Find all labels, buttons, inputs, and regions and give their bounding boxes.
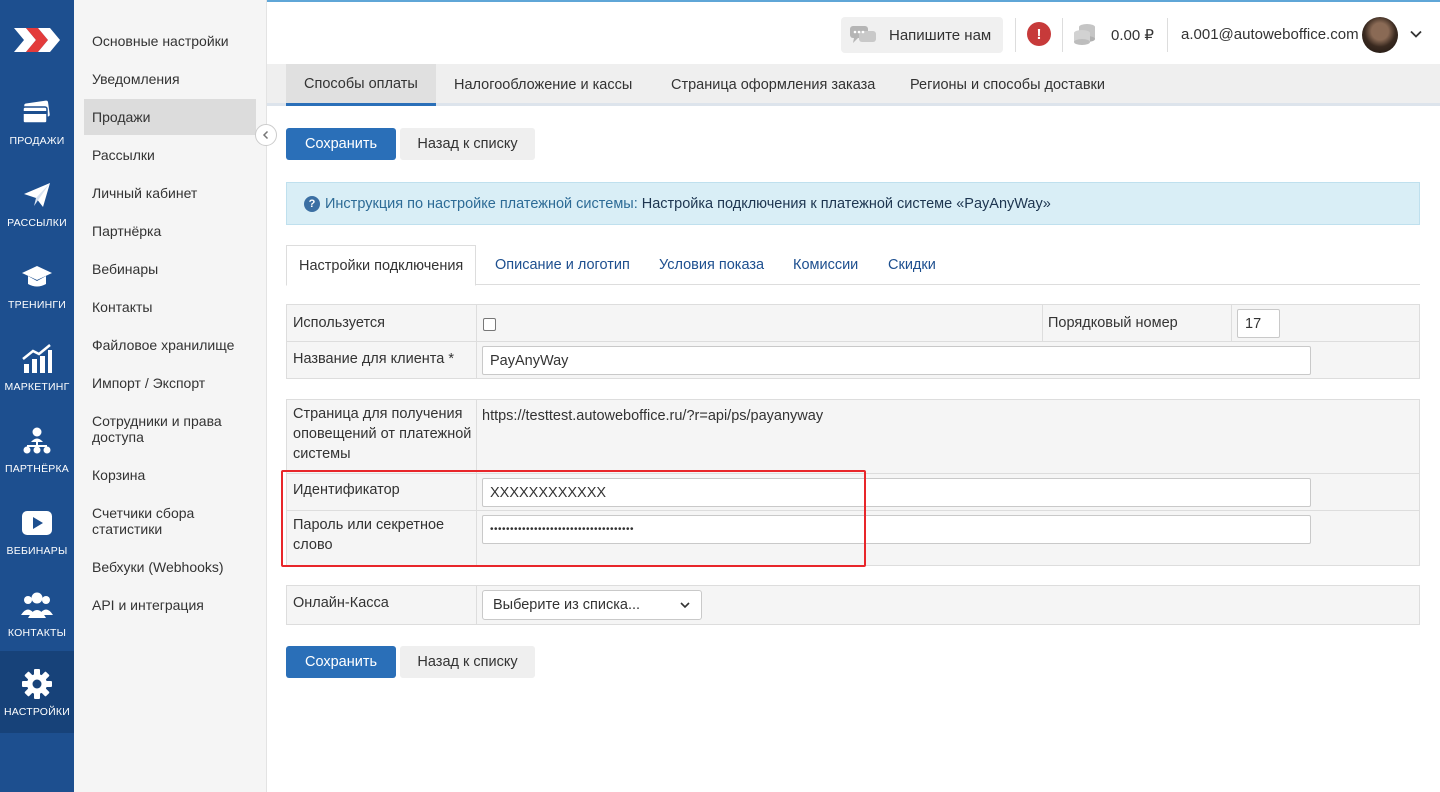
connection-table: Страница для получения оповещений от пла…: [286, 399, 1420, 566]
back-to-list-button[interactable]: Назад к списку: [400, 128, 535, 160]
rail-item-webinars[interactable]: ВЕБИНАРЫ: [0, 490, 74, 572]
notify-url: https://testtest.autoweboffice.ru/?r=api…: [482, 408, 824, 424]
paper-plane-icon: [19, 177, 55, 213]
instruction-banner: ? Инструкция по настройке платежной сист…: [286, 182, 1420, 225]
client-name-input[interactable]: PayAnyWay: [482, 346, 1311, 375]
network-icon: [19, 423, 55, 459]
rail-item-settings[interactable]: НАСТРОЙКИ: [0, 651, 74, 733]
rail-item-mailings[interactable]: РАССЫЛКИ: [0, 162, 74, 244]
sidebar-item-api[interactable]: API и интеграция: [84, 588, 256, 622]
chevron-down-icon: [680, 602, 690, 609]
sidebar-item-webhooks[interactable]: Вебхуки (Webhooks): [84, 550, 256, 584]
tab-display-conditions[interactable]: Условия показа: [659, 245, 764, 285]
tab-discounts[interactable]: Скидки: [888, 245, 936, 285]
tab-checkout-page[interactable]: Страница оформления заказа: [653, 64, 893, 106]
rail-item-contacts[interactable]: КОНТАКТЫ: [0, 572, 74, 654]
tab-taxation[interactable]: Налогообложение и кассы: [436, 64, 650, 106]
users-icon: [19, 587, 55, 623]
order-number-input[interactable]: 17: [1237, 309, 1280, 338]
section-tabs: Способы оплаты Налогообложение и кассы С…: [267, 64, 1440, 106]
header-divider: [1167, 18, 1168, 52]
rail-item-trainings[interactable]: ТРЕНИНГИ: [0, 244, 74, 326]
instruction-link[interactable]: Настройка подключения к платежной систем…: [642, 196, 1051, 212]
sidebar-item-notifications[interactable]: Уведомления: [84, 62, 256, 96]
question-icon: ?: [304, 195, 320, 212]
sidebar-item-files[interactable]: Файловое хранилище: [84, 328, 256, 362]
chevron-left-icon: [262, 130, 269, 140]
chat-button[interactable]: Напишите нам: [841, 17, 1003, 53]
sidebar-item-staff[interactable]: Сотрудники и права доступа: [84, 410, 256, 448]
kassa-row: Онлайн-Касса Выберите из списка...: [287, 586, 1419, 624]
identifier-input[interactable]: XXXXXXXXXXXX: [482, 478, 1311, 507]
back-to-list-button-bottom[interactable]: Назад к списку: [400, 646, 535, 678]
tab-connection-settings[interactable]: Настройки подключения: [286, 245, 477, 286]
rail-item-marketing[interactable]: МАРКЕТИНГ: [0, 326, 74, 408]
play-icon: [19, 505, 55, 541]
graduation-cap-icon: [19, 259, 55, 295]
top-header: Напишите нам ! 0.00 ₽ a.001@autoweboffic…: [267, 0, 1440, 64]
notify-url-row: Страница для получения оповещений от пла…: [287, 400, 1419, 474]
tab-delivery[interactable]: Регионы и способы доставки: [892, 64, 1123, 106]
settings-sidebar: Основные настройки Уведомления Продажи Р…: [74, 0, 267, 792]
chat-bubbles-icon: [850, 26, 876, 43]
sidebar-item-contacts[interactable]: Контакты: [84, 290, 256, 324]
sidebar-item-import-export[interactable]: Импорт / Экспорт: [84, 366, 256, 400]
chart-growth-icon: [19, 341, 55, 377]
sidebar-item-sales[interactable]: Продажи: [84, 99, 256, 135]
header-divider: [1062, 18, 1063, 52]
save-button-bottom[interactable]: Сохранить: [286, 646, 396, 678]
avatar[interactable]: [1362, 17, 1398, 53]
tab-commissions[interactable]: Комиссии: [793, 245, 858, 285]
coins-icon[interactable]: [1073, 22, 1097, 46]
card-icon: [19, 95, 55, 131]
sidebar-item-partners[interactable]: Партнёрка: [84, 214, 256, 248]
used-checkbox[interactable]: [483, 318, 496, 331]
sidebar-item-trash[interactable]: Корзина: [84, 458, 256, 492]
sidebar-item-cabinet[interactable]: Личный кабинет: [84, 176, 256, 210]
logo-icon: [14, 28, 60, 52]
sidebar-collapse-button[interactable]: [255, 124, 277, 146]
identifier-row: Идентификатор XXXXXXXXXXXX: [287, 474, 1419, 511]
user-email[interactable]: a.001@autoweboffice.com: [1181, 26, 1359, 43]
kassa-select[interactable]: Выберите из списка...: [482, 590, 702, 620]
used-row: Используется Порядковый номер 17: [287, 305, 1419, 342]
password-row: Пароль или секретное слово •••••••••••••…: [287, 511, 1419, 566]
gear-icon: [19, 666, 55, 702]
kassa-table: Онлайн-Касса Выберите из списка...: [286, 585, 1420, 625]
save-button[interactable]: Сохранить: [286, 128, 396, 160]
alert-icon[interactable]: !: [1027, 22, 1051, 46]
sidebar-item-counters[interactable]: Счетчики сбора статистики: [84, 502, 256, 540]
balance: 0.00 ₽: [1111, 27, 1154, 44]
logo[interactable]: [0, 0, 74, 80]
tab-payment-methods[interactable]: Способы оплаты: [286, 64, 436, 106]
client-name-row: Название для клиента * PayAnyWay: [287, 342, 1419, 379]
header-divider: [1015, 18, 1016, 52]
rail-item-partners[interactable]: ПАРТНЁРКА: [0, 408, 74, 490]
rail-item-sales[interactable]: ПРОДАЖИ: [0, 80, 74, 162]
chevron-down-icon[interactable]: [1408, 26, 1424, 42]
sidebar-item-general[interactable]: Основные настройки: [84, 24, 256, 58]
password-input[interactable]: ••••••••••••••••••••••••••••••••••••: [482, 515, 1311, 544]
payment-subtabs: Настройки подключения Описание и логотип…: [286, 245, 1420, 286]
sidebar-item-webinars[interactable]: Вебинары: [84, 252, 256, 286]
main-nav-rail: ПРОДАЖИ РАССЫЛКИ ТРЕНИНГИ МАРКЕТИНГ ПАРТ…: [0, 0, 74, 792]
sidebar-item-mailings[interactable]: Рассылки: [84, 138, 256, 172]
tab-description-logo[interactable]: Описание и логотип: [495, 245, 630, 285]
general-settings-table: Используется Порядковый номер 17 Названи…: [286, 304, 1420, 379]
